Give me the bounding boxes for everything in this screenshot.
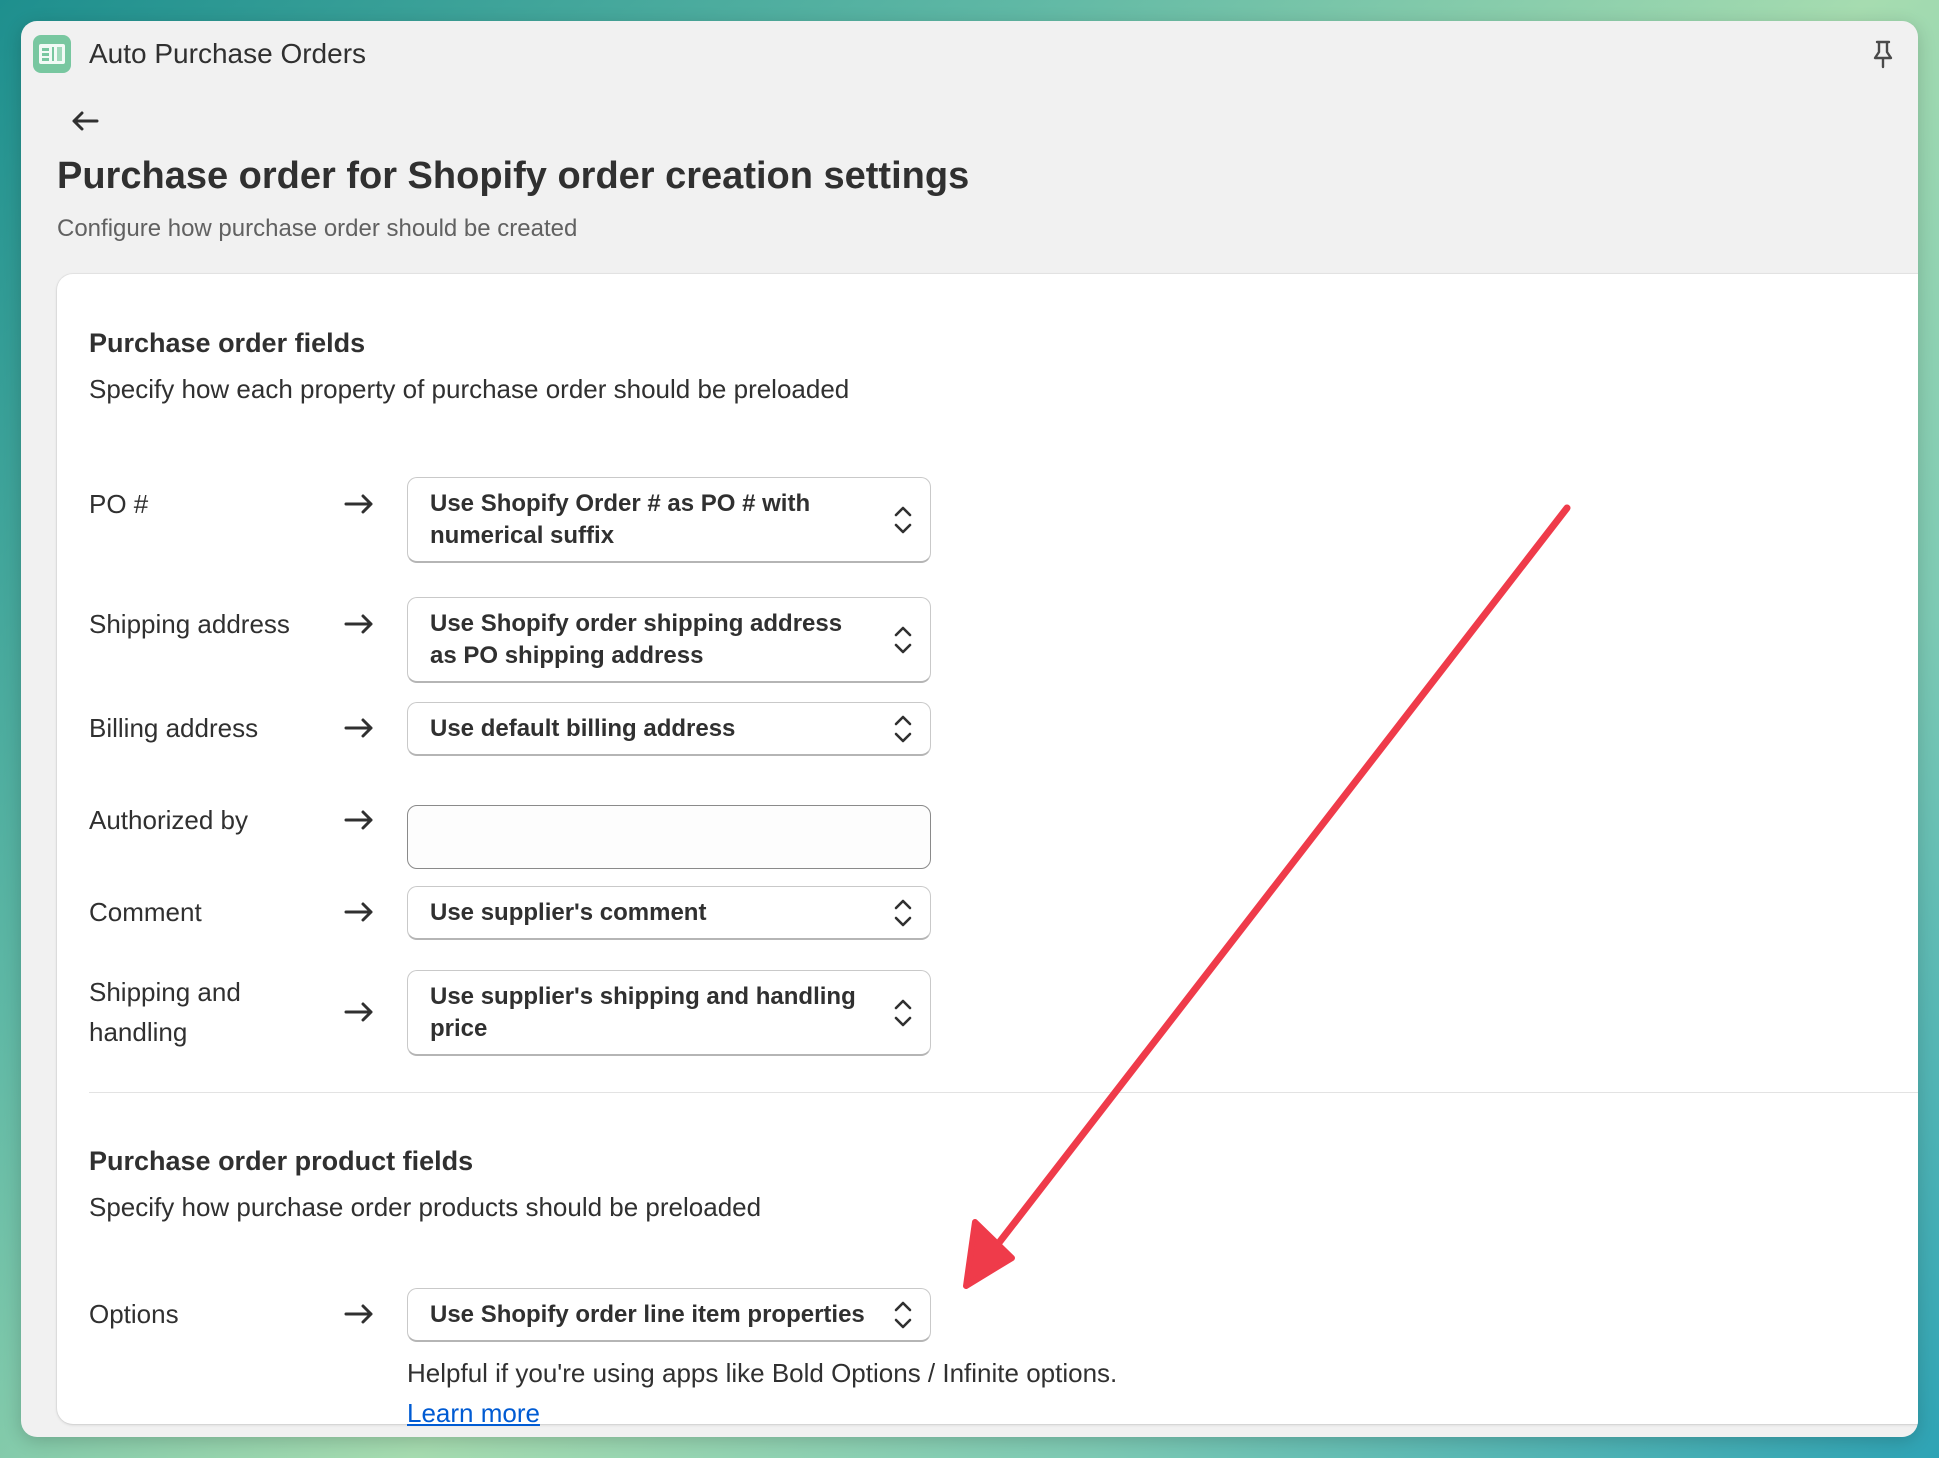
arrow-right-icon xyxy=(344,718,373,738)
options-help-text: Helpful if you're using apps like Bold O… xyxy=(407,1358,1118,1388)
app-window: Auto Purchase Orders Purchase order for … xyxy=(21,21,1918,1437)
page-subtitle: Configure how purchase order should be c… xyxy=(57,215,578,242)
options-select-value: Use Shopify order line item properties xyxy=(430,1300,865,1328)
arrow-right-icon xyxy=(344,1002,373,1022)
billing-address-label: Billing address xyxy=(89,713,259,743)
arrow-right-icon xyxy=(344,810,373,830)
section-divider xyxy=(89,1092,1918,1093)
comment-label: Comment xyxy=(89,897,202,927)
arrow-right-icon xyxy=(344,902,373,922)
chevron-up-down-icon xyxy=(894,1301,912,1328)
authorized-by-label: Authorized by xyxy=(89,805,248,835)
shipping-address-label: Shipping address xyxy=(89,609,290,639)
options-label: Options xyxy=(89,1299,179,1329)
po-number-select-value: Use Shopify Order # as PO # with numeric… xyxy=(430,489,811,549)
billing-address-select[interactable]: Use default billing address xyxy=(407,702,931,756)
comment-select[interactable]: Use supplier's comment xyxy=(407,886,931,940)
learn-more-link[interactable]: Learn more xyxy=(407,1398,540,1429)
page-title: Purchase order for Shopify order creatio… xyxy=(57,155,970,197)
comment-select-value: Use supplier's comment xyxy=(430,898,707,926)
shipping-handling-select-value: Use supplier's shipping and handling pri… xyxy=(430,982,856,1042)
settings-card: Purchase order fields Specify how each p… xyxy=(57,274,1918,1428)
po-number-select[interactable]: Use Shopify Order # as PO # with numeric… xyxy=(407,477,931,563)
chevron-up-down-icon xyxy=(894,999,912,1026)
chevron-up-down-icon xyxy=(894,899,912,926)
po-fields-description: Specify how each property of purchase or… xyxy=(89,374,850,404)
arrow-left-icon xyxy=(72,111,99,131)
billing-address-select-value: Use default billing address xyxy=(430,714,736,742)
options-select[interactable]: Use Shopify order line item properties xyxy=(407,1288,931,1342)
chevron-up-down-icon xyxy=(894,626,912,653)
shipping-address-select-value: Use Shopify order shipping address as PO… xyxy=(430,609,843,669)
arrow-right-icon xyxy=(344,614,373,634)
app-logo-icon xyxy=(33,35,71,73)
chevron-up-down-icon xyxy=(894,506,912,533)
product-fields-description: Specify how purchase order products shou… xyxy=(89,1192,762,1222)
product-fields-title: Purchase order product fields xyxy=(89,1146,474,1176)
shipping-handling-label: Shipping and handling xyxy=(89,977,241,1047)
title-bar: Auto Purchase Orders xyxy=(21,21,1918,87)
po-fields-title: Purchase order fields xyxy=(89,328,366,358)
pin-icon[interactable] xyxy=(1866,37,1900,71)
back-button[interactable] xyxy=(65,101,105,141)
po-number-label: PO # xyxy=(89,489,149,519)
arrow-right-icon xyxy=(344,1304,373,1324)
authorized-by-input[interactable] xyxy=(407,805,931,869)
arrow-right-icon xyxy=(344,494,373,514)
shipping-handling-select[interactable]: Use supplier's shipping and handling pri… xyxy=(407,970,931,1056)
app-title: Auto Purchase Orders xyxy=(89,38,367,69)
shipping-address-select[interactable]: Use Shopify order shipping address as PO… xyxy=(407,597,931,683)
chevron-up-down-icon xyxy=(894,715,912,742)
